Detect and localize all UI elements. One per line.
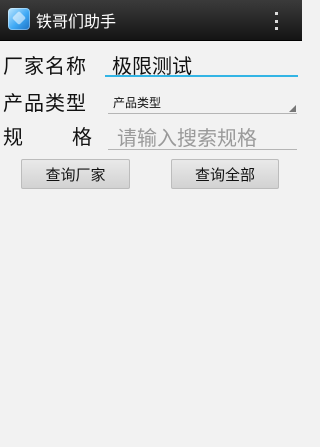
app-title: 铁哥们助手 [36, 12, 117, 31]
spec-label-char-2: 格 [72, 125, 92, 149]
manufacturer-label: 厂家名称 [3, 54, 87, 78]
product-type-spinner[interactable]: 产品类型 [113, 94, 161, 111]
action-bar: 铁哥们助手 [0, 0, 302, 41]
product-type-label: 产品类型 [3, 91, 87, 115]
manufacturer-input-underline [105, 75, 298, 77]
spec-input[interactable]: 请输入搜索规格 [117, 122, 257, 151]
spec-label-char-1: 规 [3, 125, 23, 149]
query-all-button[interactable]: 查询全部 [171, 159, 279, 189]
overflow-menu-icon[interactable] [272, 12, 280, 30]
query-manufacturer-button[interactable]: 查询厂家 [21, 159, 130, 189]
dropdown-arrow-icon [289, 105, 296, 112]
product-type-underline [108, 113, 297, 114]
spec-input-underline [108, 149, 297, 150]
app-icon [8, 8, 30, 30]
